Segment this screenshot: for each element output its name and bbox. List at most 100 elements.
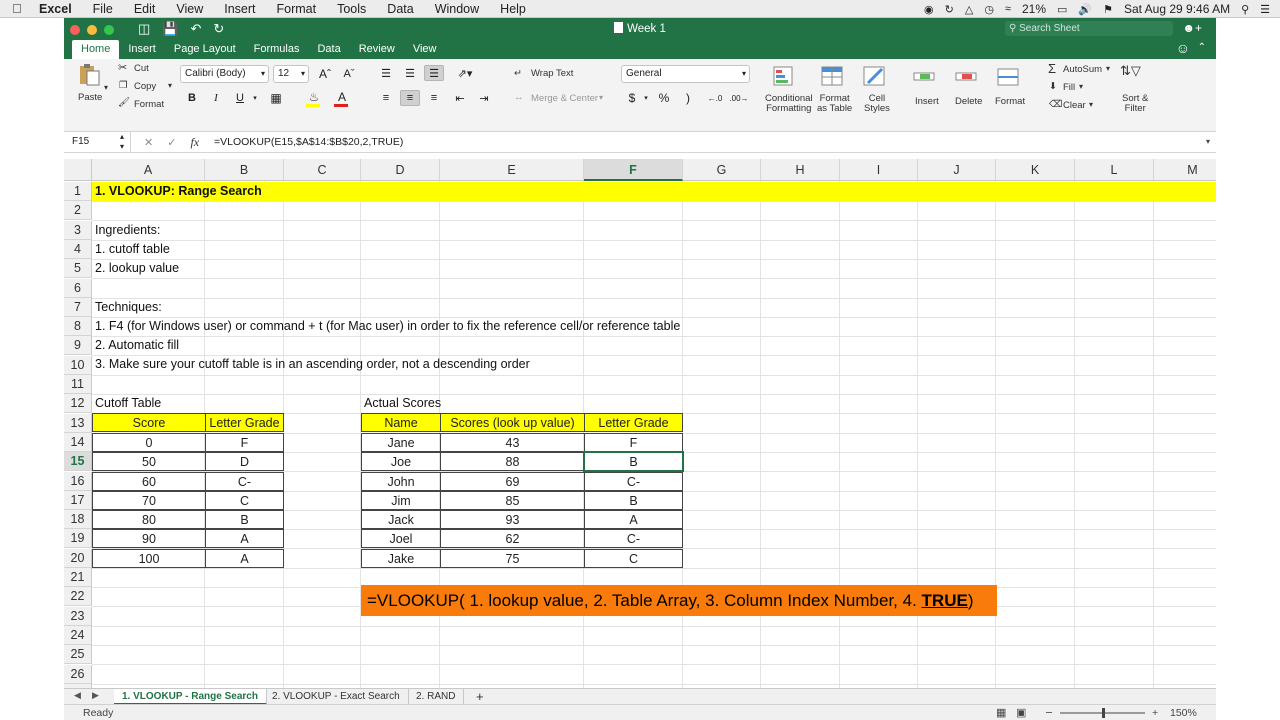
menubar-clock[interactable]: Sat Aug 29 9:46 AM [1124, 2, 1230, 16]
score-grade-cell[interactable]: C [584, 549, 683, 568]
format-as-table-label[interactable]: Format as Table [817, 94, 852, 114]
tab-data[interactable]: Data [308, 40, 349, 59]
cutoff-grade-cell[interactable]: B [205, 510, 284, 529]
battery-icon[interactable]: ▭ [1057, 3, 1067, 16]
number-format-select[interactable]: General ▾ [621, 65, 750, 83]
column-header-b[interactable]: B [205, 159, 284, 181]
menu-edit[interactable]: Edit [134, 2, 156, 16]
sheet-tab-exact-search[interactable]: 2. VLOOKUP - Exact Search [264, 689, 409, 705]
apple-icon[interactable]:  [12, 1, 26, 16]
flag-icon[interactable]: ⚑ [1103, 3, 1113, 16]
orientation-icon[interactable]: ⇗▾ [452, 65, 478, 81]
cutoff-score-cell[interactable]: 70 [92, 491, 206, 510]
conditional-formatting-label[interactable]: Conditional Formatting [765, 94, 813, 114]
wrap-text-button[interactable]: Wrap Text [531, 68, 573, 79]
cell-d12[interactable]: Actual Scores [361, 394, 441, 413]
camera-icon[interactable]: ◉ [924, 3, 934, 16]
clear-icon[interactable]: ⌫ [1049, 99, 1062, 110]
copy-icon[interactable]: ❐ [119, 80, 128, 91]
row-header-24[interactable]: 24 [64, 626, 92, 645]
score-name-cell[interactable]: Jim [361, 491, 441, 510]
worksheet-grid[interactable]: A B C D E F G H I J K L M 1 2 3 4 5 6 7 8 9 10 11 12 13 14 15 16 17 18… [64, 153, 1216, 688]
bold-button[interactable]: B [183, 90, 201, 106]
format-painter-icon[interactable]: 🖌 [118, 97, 130, 108]
row-header-6[interactable]: 6 [64, 279, 92, 298]
cutoff-score-cell[interactable]: 80 [92, 510, 206, 529]
fill-icon[interactable]: ⬇ [1049, 81, 1057, 92]
cutoff-grade-cell[interactable]: F [205, 433, 284, 452]
cutoff-grade-cell[interactable]: A [205, 549, 284, 568]
row-header-11[interactable]: 11 [64, 375, 92, 394]
row-header-18[interactable]: 18 [64, 510, 92, 529]
autosum-icon[interactable]: Σ [1048, 61, 1056, 76]
row-header-20[interactable]: 20 [64, 549, 92, 568]
row-header-17[interactable]: 17 [64, 491, 92, 510]
cell-styles-icon[interactable] [862, 65, 888, 89]
cutoff-grade-cell[interactable]: A [205, 529, 284, 548]
row-header-12[interactable]: 12 [64, 394, 92, 413]
row-header-5[interactable]: 5 [64, 259, 92, 278]
row-header-8[interactable]: 8 [64, 317, 92, 336]
score-value-cell[interactable]: 85 [440, 491, 585, 510]
search-sheet-input[interactable]: ⚲ Search Sheet [1005, 21, 1173, 36]
row-header-1[interactable]: 1 [64, 182, 92, 201]
menu-data[interactable]: Data [387, 2, 413, 16]
cutoff-score-cell[interactable]: 100 [92, 549, 206, 568]
row-header-16[interactable]: 16 [64, 472, 92, 491]
sort-filter-label[interactable]: Sort & Filter [1122, 94, 1148, 114]
italic-button[interactable]: I [207, 90, 225, 106]
row-header-9[interactable]: 9 [64, 336, 92, 355]
wifi-icon[interactable]: ≈ [1005, 3, 1011, 15]
column-header-g[interactable]: G [683, 159, 761, 181]
menu-file[interactable]: File [93, 2, 113, 16]
merge-center-button[interactable]: Merge & Center [531, 93, 598, 104]
cell-a5[interactable]: 2. lookup value [92, 259, 179, 278]
cell-a10[interactable]: 3. Make sure your cutoff table is in an … [92, 355, 530, 374]
row-header-2[interactable]: 2 [64, 201, 92, 220]
add-sheet-button[interactable]: + [468, 689, 492, 705]
score-value-cell[interactable]: 75 [440, 549, 585, 568]
menu-view[interactable]: View [176, 2, 203, 16]
delete-cells-button[interactable]: Delete [955, 96, 982, 107]
sort-filter-icon[interactable]: ⇅▽ [1120, 64, 1141, 77]
score-value-cell[interactable]: 43 [440, 433, 585, 452]
row-header-22[interactable]: 22 [64, 587, 92, 606]
merge-center-icon[interactable]: ↔ [514, 92, 524, 103]
cutoff-score-cell[interactable]: 50 [92, 452, 206, 471]
row-header-3[interactable]: 3 [64, 221, 92, 240]
paste-dropdown-icon[interactable]: ▾ [104, 83, 108, 92]
row-header-15[interactable]: 15 [64, 452, 92, 471]
tab-page-layout[interactable]: Page Layout [165, 40, 245, 59]
menu-help[interactable]: Help [500, 2, 526, 16]
score-name-cell[interactable]: Jane [361, 433, 441, 452]
cell-a3[interactable]: Ingredients: [92, 221, 160, 240]
underline-button[interactable]: U [231, 90, 249, 106]
align-middle-icon[interactable]: ☰ [400, 65, 420, 81]
column-header-h[interactable]: H [761, 159, 840, 181]
score-value-cell[interactable]: 93 [440, 510, 585, 529]
format-as-table-icon[interactable] [820, 65, 846, 89]
column-header-m[interactable]: M [1154, 159, 1216, 181]
score-name-cell[interactable]: Jake [361, 549, 441, 568]
row-header-13[interactable]: 13 [64, 414, 92, 433]
score-grade-cell[interactable]: C- [584, 472, 683, 491]
column-header-f[interactable]: F [584, 159, 683, 181]
page-layout-view-icon[interactable]: ▣ [1016, 705, 1026, 720]
active-cell-f15[interactable] [583, 451, 684, 472]
column-header-a[interactable]: A [92, 159, 205, 181]
fill-button[interactable]: Fill [1063, 82, 1075, 93]
comma-style-button[interactable]: ) [678, 90, 698, 106]
notification-center-icon[interactable]: ☰ [1260, 3, 1270, 16]
insert-cells-icon[interactable] [912, 65, 938, 89]
scores-header-score[interactable]: Scores (look up value) [440, 413, 585, 432]
zoom-out-icon[interactable] [1046, 712, 1052, 713]
decrease-font-size-button[interactable]: Aˇ [338, 66, 360, 82]
column-header-l[interactable]: L [1075, 159, 1154, 181]
copy-button[interactable]: Copy [134, 81, 156, 92]
tab-home[interactable]: Home [72, 40, 120, 59]
share-icon[interactable]: ☻+ [1182, 21, 1202, 35]
score-name-cell[interactable]: John [361, 472, 441, 491]
sheet-tab-range-search[interactable]: 1. VLOOKUP - Range Search [114, 689, 267, 705]
zoom-in-icon[interactable]: + [1152, 705, 1158, 720]
clear-dropdown-icon[interactable]: ▾ [1089, 100, 1093, 109]
